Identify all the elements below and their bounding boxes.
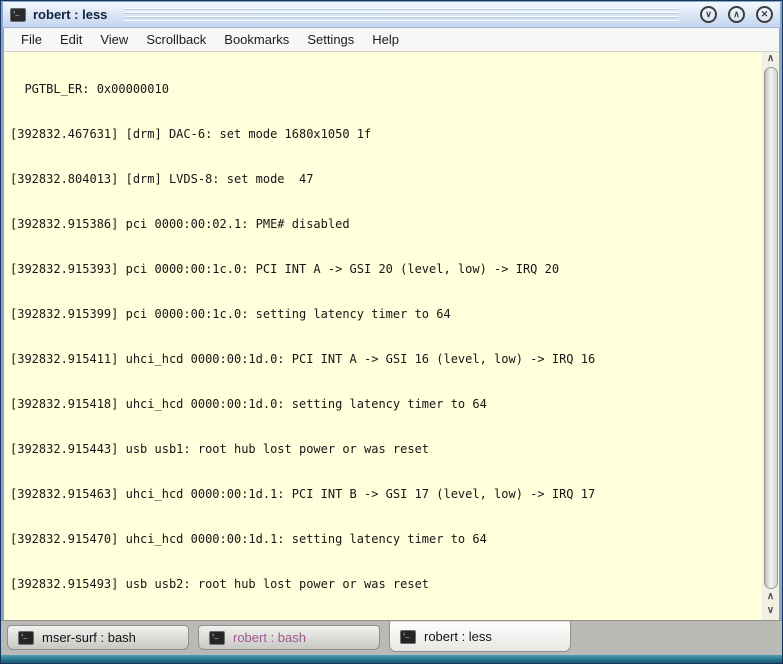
scrollbar-bottom-buttons: ∧ ∨ [762, 590, 779, 618]
terminal-line: [392832.915386] pci 0000:00:02.1: PME# d… [10, 217, 759, 232]
maximize-button[interactable]: ∧ [728, 6, 745, 23]
titlebar-ridges [124, 8, 679, 21]
terminal-line: [392832.915411] uhci_hcd 0000:00:1d.0: P… [10, 352, 759, 367]
terminal-window-icon: ›_ [10, 8, 26, 22]
menu-view[interactable]: View [91, 29, 137, 50]
window-titlebar[interactable]: ›_ robert : less ∨ ∧ ✕ [3, 2, 780, 28]
close-button[interactable]: ✕ [756, 6, 773, 23]
terminal-line: PGTBL_ER: 0x00000010 [10, 82, 759, 97]
terminal-line: [392832.915399] pci 0000:00:1c.0: settin… [10, 307, 759, 322]
tab-robert-bash[interactable]: ›_ robert : bash [198, 625, 380, 650]
menu-scrollback[interactable]: Scrollback [137, 29, 215, 50]
window-title: robert : less [33, 7, 107, 22]
menu-settings[interactable]: Settings [298, 29, 363, 50]
terminal-tab-icon: ›_ [400, 630, 416, 644]
terminal-line: [392832.915443] usb usb1: root hub lost … [10, 442, 759, 457]
konsole-window: ›_ robert : less ∨ ∧ ✕ File Edit View Sc… [0, 0, 783, 664]
tab-label: mser-surf : bash [42, 630, 136, 645]
terminal-line: [392832.915493] usb usb2: root hub lost … [10, 577, 759, 592]
menu-file[interactable]: File [12, 29, 51, 50]
terminal-line: [392832.915393] pci 0000:00:1c.0: PCI IN… [10, 262, 759, 277]
menu-bar: File Edit View Scrollback Bookmarks Sett… [4, 28, 779, 52]
menu-help[interactable]: Help [363, 29, 408, 50]
terminal-output: PGTBL_ER: 0x00000010 [392832.467631] [dr… [10, 52, 759, 620]
session-tab-bar: ›_ mser-surf : bash ›_ robert : bash ›_ … [1, 620, 782, 655]
tab-robert-less[interactable]: ›_ robert : less [389, 621, 571, 652]
scroll-down-arrow-icon[interactable]: ∨ [762, 604, 779, 618]
terminal-tab-icon: ›_ [18, 631, 34, 645]
menu-edit[interactable]: Edit [51, 29, 91, 50]
terminal-line: [392832.804013] [drm] LVDS-8: set mode 4… [10, 172, 759, 187]
tab-mser-surf-bash[interactable]: ›_ mser-surf : bash [7, 625, 189, 650]
terminal-view[interactable]: PGTBL_ER: 0x00000010 [392832.467631] [dr… [4, 52, 779, 620]
terminal-line: [392832.467631] [drm] DAC-6: set mode 16… [10, 127, 759, 142]
scrollbar-thumb[interactable] [764, 67, 778, 589]
terminal-tab-icon: ›_ [209, 631, 225, 645]
terminal-line: [392832.915470] uhci_hcd 0000:00:1d.1: s… [10, 532, 759, 547]
window-bottom-border [1, 655, 782, 663]
tab-label: robert : bash [233, 630, 306, 645]
tab-label: robert : less [424, 629, 492, 644]
terminal-line: [392832.915418] uhci_hcd 0000:00:1d.0: s… [10, 397, 759, 412]
scroll-up-arrow-icon[interactable]: ∧ [762, 590, 779, 604]
menu-bookmarks[interactable]: Bookmarks [215, 29, 298, 50]
minimize-button[interactable]: ∨ [700, 6, 717, 23]
scroll-up-arrow-icon[interactable]: ∧ [762, 52, 779, 66]
terminal-line: [392832.915463] uhci_hcd 0000:00:1d.1: P… [10, 487, 759, 502]
scrollbar[interactable]: ∧ ∧ ∨ [762, 52, 779, 620]
